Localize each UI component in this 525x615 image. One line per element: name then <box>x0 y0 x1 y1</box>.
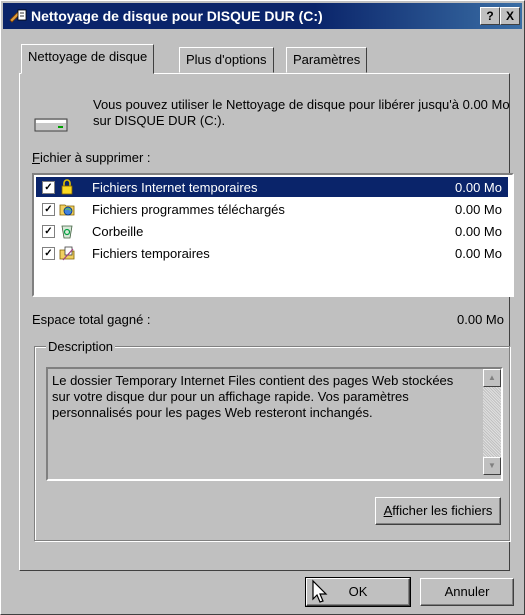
file-size: 0.00 Mo <box>455 246 502 261</box>
hard-drive-icon <box>34 118 68 132</box>
view-files-button[interactable]: Afficher les fichiers <box>375 497 501 525</box>
file-name: Fichiers temporaires <box>92 246 210 261</box>
title-bar[interactable]: Nettoyage de disque pour DISQUE DUR (C:)… <box>3 3 522 29</box>
disk-cleanup-dialog: Nettoyage de disque pour DISQUE DUR (C:)… <box>0 0 525 615</box>
tab-disk-cleanup[interactable]: Nettoyage de disque <box>21 44 155 74</box>
window-title: Nettoyage de disque pour DISQUE DUR (C:) <box>31 8 323 24</box>
checkbox[interactable]: ✓ <box>42 203 55 216</box>
list-item[interactable]: ✓ Fichiers programmes téléchargés 0.00 M… <box>36 199 508 219</box>
description-scrollbar[interactable]: ▲ ▼ <box>483 369 501 475</box>
checkbox[interactable]: ✓ <box>42 225 55 238</box>
list-item[interactable]: ✓ Corbeille 0.00 Mo <box>36 221 508 241</box>
tab-settings[interactable]: Paramètres <box>286 47 368 73</box>
file-name: Fichiers programmes téléchargés <box>92 202 285 217</box>
mouse-pointer-icon <box>312 579 328 603</box>
scroll-down-arrow-icon: ▼ <box>488 461 496 470</box>
tab-more-options[interactable]: Plus d'options <box>179 47 274 73</box>
files-label-mnemonic: F <box>32 150 40 165</box>
close-button[interactable]: X <box>500 7 520 25</box>
file-size: 0.00 Mo <box>455 202 502 217</box>
scroll-up-button[interactable]: ▲ <box>483 369 501 387</box>
list-item[interactable]: ✓ Fichiers Internet temporaires 0.00 Mo <box>36 177 508 197</box>
files-to-delete-label: Fichier à supprimer : <box>32 150 151 165</box>
view-files-label-rest: fficher les fichiers <box>392 503 493 518</box>
disk-cleanup-icon <box>9 9 27 23</box>
files-label-rest: ichier à supprimer : <box>39 150 151 165</box>
lock-icon <box>61 179 73 195</box>
scroll-up-arrow-icon: ▲ <box>488 373 496 382</box>
view-files-mnemonic: A <box>383 503 393 518</box>
total-space-label: Espace total gagné : <box>32 312 151 327</box>
downloaded-programs-icon <box>59 204 75 216</box>
info-text: Vous pouvez utiliser le Nettoyage de dis… <box>93 97 510 128</box>
description-box: Le dossier Temporary Internet Files cont… <box>46 367 503 481</box>
help-button[interactable]: ? <box>480 7 500 25</box>
recycle-bin-icon <box>61 225 73 239</box>
file-size: 0.00 Mo <box>455 180 502 195</box>
description-text: Le dossier Temporary Internet Files cont… <box>52 373 454 420</box>
file-name: Corbeille <box>92 224 144 239</box>
checkbox[interactable]: ✓ <box>42 181 55 194</box>
file-size: 0.00 Mo <box>455 224 502 239</box>
temp-files-icon <box>59 246 75 261</box>
files-list[interactable]: ✓ Fichiers Internet temporaires 0.00 Mo … <box>32 173 514 297</box>
cancel-button[interactable]: Annuler <box>420 578 514 606</box>
checkbox[interactable]: ✓ <box>42 247 55 260</box>
total-space-value: 0.00 Mo <box>457 312 504 327</box>
list-item[interactable]: ✓ Fichiers temporaires 0.00 Mo <box>36 243 508 263</box>
file-name: Fichiers Internet temporaires <box>92 180 258 195</box>
scroll-down-button[interactable]: ▼ <box>483 457 501 475</box>
description-label: Description <box>46 339 116 354</box>
